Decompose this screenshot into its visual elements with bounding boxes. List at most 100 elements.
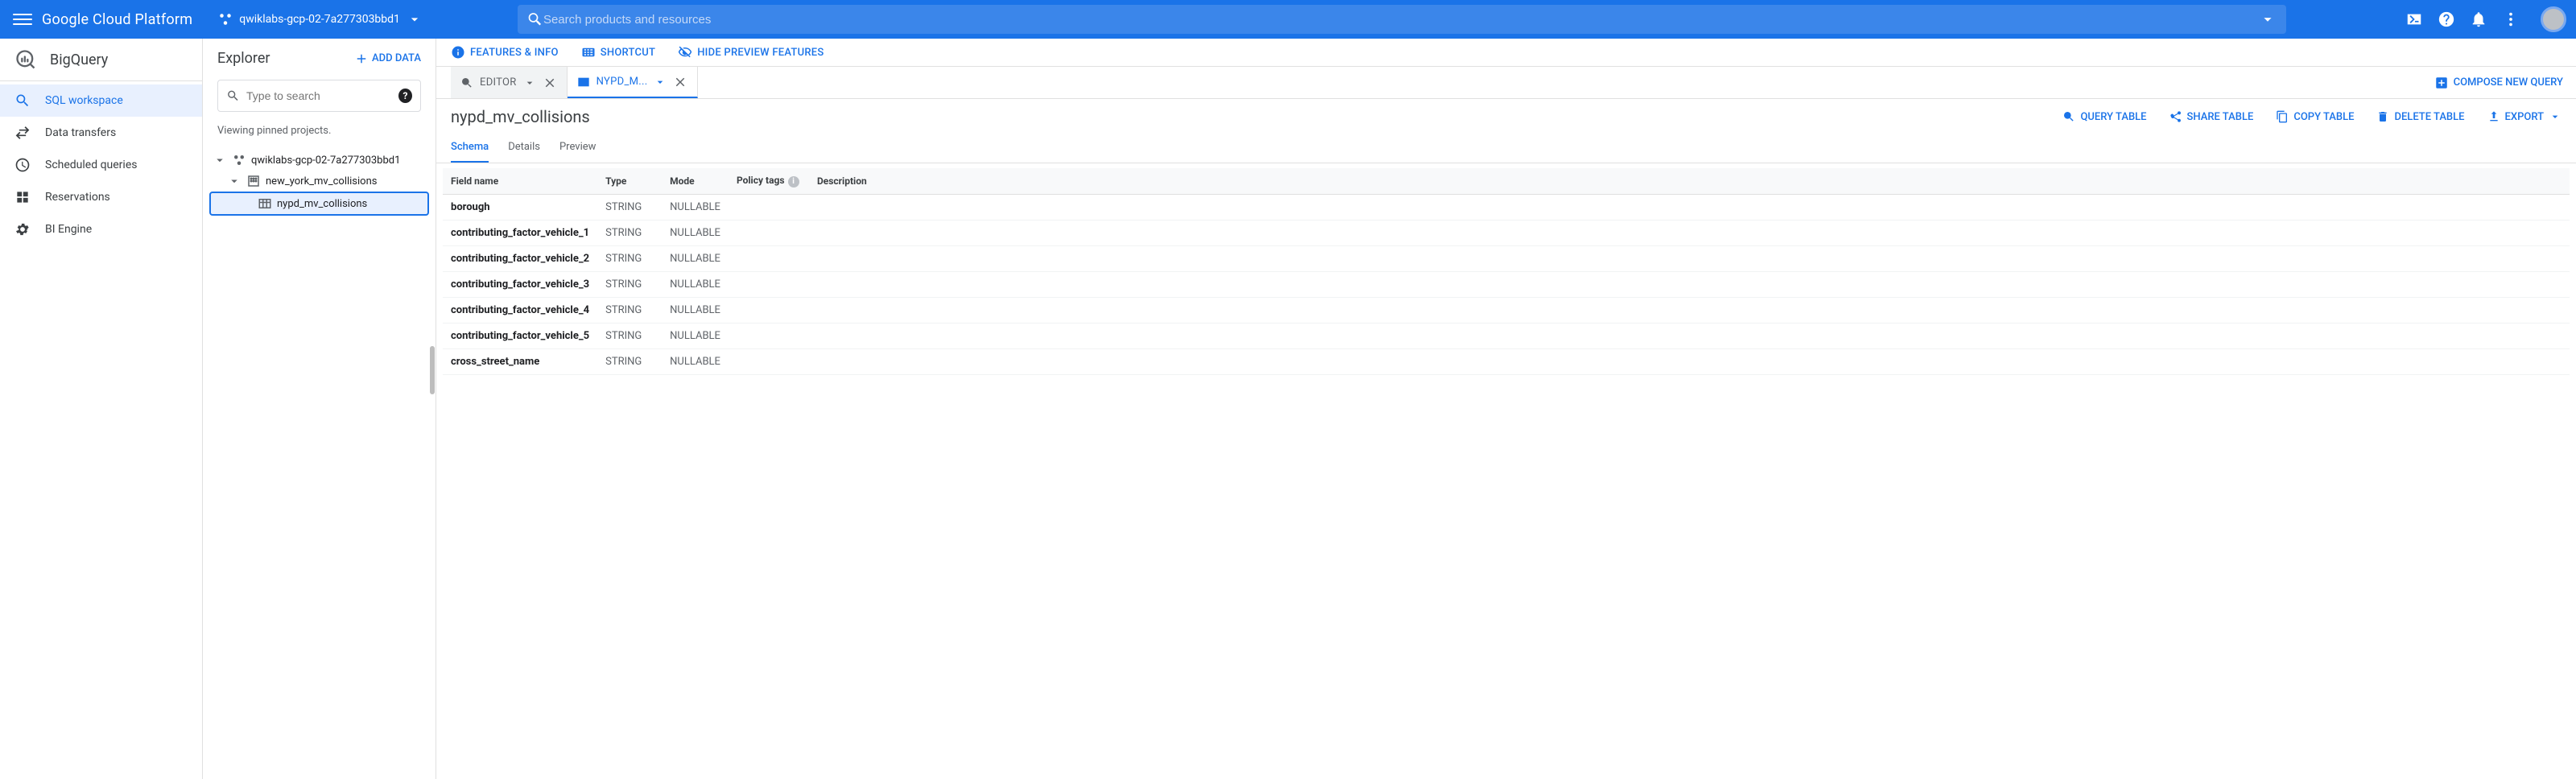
chevron-down-icon bbox=[227, 174, 242, 188]
field-mode: NULLABLE bbox=[662, 246, 729, 272]
hide-preview-button[interactable]: HIDE PREVIEW FEATURES bbox=[678, 45, 824, 60]
trash-icon bbox=[2376, 110, 2389, 123]
compose-query-button[interactable]: COMPOSE NEW QUERY bbox=[2421, 76, 2576, 90]
field-mode: NULLABLE bbox=[662, 221, 729, 246]
shortcut-button[interactable]: SHORTCUT bbox=[581, 45, 655, 60]
export-icon bbox=[2487, 110, 2500, 123]
field-type: STRING bbox=[597, 324, 662, 349]
add-data-label: ADD DATA bbox=[372, 52, 421, 64]
help-icon[interactable] bbox=[2438, 10, 2455, 28]
export-button[interactable]: EXPORT bbox=[2487, 110, 2562, 123]
field-policy bbox=[729, 324, 809, 349]
tree-project[interactable]: qwiklabs-gcp-02-7a277303bbd1 bbox=[209, 150, 429, 171]
features-info-button[interactable]: FEATURES & INFO bbox=[451, 45, 559, 60]
explorer-search[interactable]: ? bbox=[217, 80, 421, 112]
col-policy: Policy tagsi bbox=[729, 168, 809, 195]
field-desc bbox=[809, 324, 2570, 349]
field-desc bbox=[809, 349, 2570, 375]
field-type: STRING bbox=[597, 272, 662, 298]
sidebar-item-sql-workspace[interactable]: SQL workspace bbox=[0, 84, 202, 117]
info-icon[interactable]: i bbox=[788, 176, 799, 188]
chevron-down-icon bbox=[407, 11, 423, 27]
sidebar-item-scheduled-queries[interactable]: Scheduled queries bbox=[0, 149, 202, 181]
table-header: nypd_mv_collisions QUERY TABLE SHARE TAB… bbox=[436, 99, 2576, 131]
chevron-down-icon[interactable] bbox=[2259, 10, 2277, 28]
share-icon bbox=[2169, 110, 2182, 123]
field-name: contributing_factor_vehicle_2 bbox=[443, 246, 597, 272]
field-name: contributing_factor_vehicle_4 bbox=[443, 298, 597, 324]
keyboard-icon bbox=[581, 45, 596, 60]
explorer-tree: qwiklabs-gcp-02-7a277303bbd1 new_york_mv… bbox=[203, 146, 436, 219]
plus-icon bbox=[354, 52, 369, 66]
close-icon[interactable] bbox=[673, 75, 687, 89]
col-mode: Mode bbox=[662, 168, 729, 195]
sidebar-item-reservations[interactable]: Reservations bbox=[0, 181, 202, 213]
sidebar-item-data-transfers[interactable]: Data transfers bbox=[0, 117, 202, 149]
delete-table-button[interactable]: DELETE TABLE bbox=[2376, 110, 2464, 123]
field-mode: NULLABLE bbox=[662, 298, 729, 324]
tree-dataset[interactable]: new_york_mv_collisions bbox=[209, 171, 429, 192]
schema-table: Field name Type Mode Policy tagsi Descri… bbox=[443, 168, 2570, 375]
field-policy bbox=[729, 246, 809, 272]
field-desc bbox=[809, 298, 2570, 324]
magnify-plus-icon bbox=[460, 76, 473, 89]
search-input[interactable] bbox=[543, 13, 2259, 27]
subtab-preview[interactable]: Preview bbox=[559, 136, 596, 163]
field-type: STRING bbox=[597, 221, 662, 246]
chevron-down-icon bbox=[213, 153, 227, 167]
sidebar-item-bi-engine[interactable]: BI Engine bbox=[0, 213, 202, 245]
table-row: cross_street_nameSTRINGNULLABLE bbox=[443, 349, 2570, 375]
search-icon bbox=[527, 11, 543, 27]
tree-table[interactable]: nypd_mv_collisions bbox=[209, 192, 429, 216]
explorer-title: Explorer bbox=[217, 50, 270, 67]
bigquery-title: BigQuery bbox=[50, 52, 108, 68]
add-data-button[interactable]: ADD DATA bbox=[354, 52, 421, 66]
cloud-shell-icon[interactable] bbox=[2405, 10, 2423, 28]
explorer-panel: Explorer ADD DATA ? Viewing pinned proje… bbox=[203, 39, 436, 779]
project-selector[interactable]: qwiklabs-gcp-02-7a277303bbd1 bbox=[212, 8, 429, 31]
close-icon[interactable] bbox=[543, 76, 557, 90]
clock-icon bbox=[14, 157, 31, 173]
more-vert-icon[interactable] bbox=[2502, 10, 2520, 28]
subtab-schema[interactable]: Schema bbox=[451, 136, 489, 163]
project-icon bbox=[218, 12, 233, 27]
project-name: qwiklabs-gcp-02-7a277303bbd1 bbox=[239, 13, 400, 26]
sidebar: BigQuery SQL workspace Data transfers Sc… bbox=[0, 39, 203, 779]
gear-icon bbox=[14, 221, 31, 237]
notifications-icon[interactable] bbox=[2470, 10, 2487, 28]
field-desc bbox=[809, 221, 2570, 246]
share-table-button[interactable]: SHARE TABLE bbox=[2169, 110, 2254, 123]
avatar[interactable] bbox=[2541, 6, 2566, 32]
field-policy bbox=[729, 349, 809, 375]
subtab-details[interactable]: Details bbox=[508, 136, 540, 163]
table-row: contributing_factor_vehicle_1STRINGNULLA… bbox=[443, 221, 2570, 246]
content-toolbar: FEATURES & INFO SHORTCUT HIDE PREVIEW FE… bbox=[436, 39, 2576, 67]
chevron-down-icon[interactable] bbox=[523, 76, 536, 89]
copy-table-button[interactable]: COPY TABLE bbox=[2276, 110, 2354, 123]
sidebar-item-label: Scheduled queries bbox=[45, 159, 137, 171]
tab-table[interactable]: NYPD_M... bbox=[568, 67, 699, 98]
menu-icon[interactable] bbox=[13, 10, 32, 29]
query-table-button[interactable]: QUERY TABLE bbox=[2062, 110, 2146, 123]
help-icon[interactable]: ? bbox=[398, 89, 412, 103]
tab-editor[interactable]: EDITOR bbox=[451, 67, 568, 98]
field-mode: NULLABLE bbox=[662, 272, 729, 298]
chevron-down-icon[interactable] bbox=[654, 76, 667, 89]
field-policy bbox=[729, 272, 809, 298]
col-desc: Description bbox=[809, 168, 2570, 195]
field-name: contributing_factor_vehicle_3 bbox=[443, 272, 597, 298]
sidebar-item-label: Data transfers bbox=[45, 126, 116, 139]
table-row: contributing_factor_vehicle_4STRINGNULLA… bbox=[443, 298, 2570, 324]
field-type: STRING bbox=[597, 246, 662, 272]
pin-note: Viewing pinned projects. bbox=[203, 118, 436, 146]
field-desc bbox=[809, 195, 2570, 221]
col-type: Type bbox=[597, 168, 662, 195]
scrollbar[interactable] bbox=[430, 346, 435, 394]
reservations-icon bbox=[14, 189, 31, 205]
table-row: contributing_factor_vehicle_3STRINGNULLA… bbox=[443, 272, 2570, 298]
field-policy bbox=[729, 195, 809, 221]
field-name: contributing_factor_vehicle_5 bbox=[443, 324, 597, 349]
chevron-down-icon bbox=[2549, 110, 2562, 123]
tab-bar: EDITOR NYPD_M... COMPOSE NEW QUERY bbox=[436, 67, 2576, 99]
explorer-search-input[interactable] bbox=[246, 89, 392, 102]
